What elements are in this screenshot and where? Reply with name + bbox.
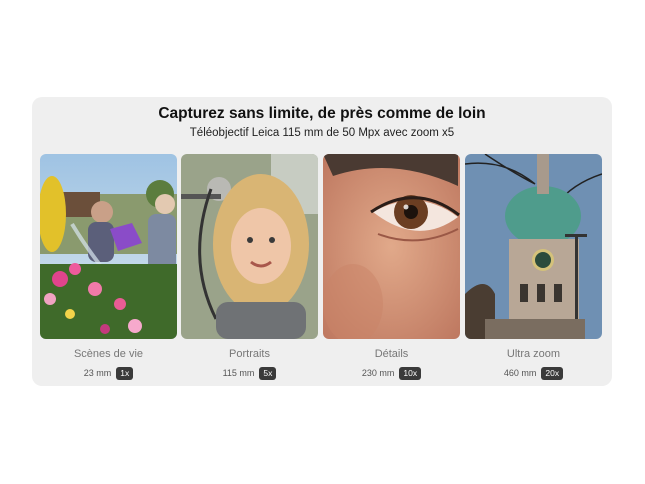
focal-length: 460 mm bbox=[503, 368, 537, 378]
tile-label-ultra-zoom: Ultra zoom bbox=[506, 348, 561, 360]
tile-spec-details: 230 mm 10x bbox=[323, 367, 460, 380]
camera-zoom-card: Capturez sans limite, de près comme de l… bbox=[32, 97, 612, 386]
tile-label-scenes: Scènes de vie bbox=[73, 348, 144, 360]
zoom-badge: 20x bbox=[541, 367, 564, 380]
clock-tower-photo bbox=[465, 154, 602, 339]
portrait-photo bbox=[181, 154, 318, 339]
tile-label-portraits: Portraits bbox=[229, 348, 270, 360]
focal-length: 23 mm bbox=[83, 368, 112, 378]
eye-detail-photo bbox=[323, 154, 460, 339]
tile-spec-portraits: 115 mm 5x bbox=[181, 367, 318, 380]
zoom-badge: 1x bbox=[116, 367, 134, 380]
focal-length: 115 mm bbox=[222, 368, 255, 378]
page-subtitle: Téléobjectif Leica 115 mm de 50 Mpx avec… bbox=[189, 127, 455, 139]
scene-photo bbox=[40, 154, 177, 339]
tile-spec-ultra-zoom: 460 mm 20x bbox=[465, 367, 602, 380]
page-title: Capturez sans limite, de près comme de l… bbox=[158, 105, 486, 122]
zoom-badge: 5x bbox=[259, 367, 277, 380]
zoom-badge: 10x bbox=[399, 367, 422, 380]
tile-spec-scenes: 23 mm 1x bbox=[40, 367, 177, 380]
focal-length: 230 mm bbox=[361, 368, 395, 378]
tile-label-details: Détails bbox=[374, 348, 409, 360]
